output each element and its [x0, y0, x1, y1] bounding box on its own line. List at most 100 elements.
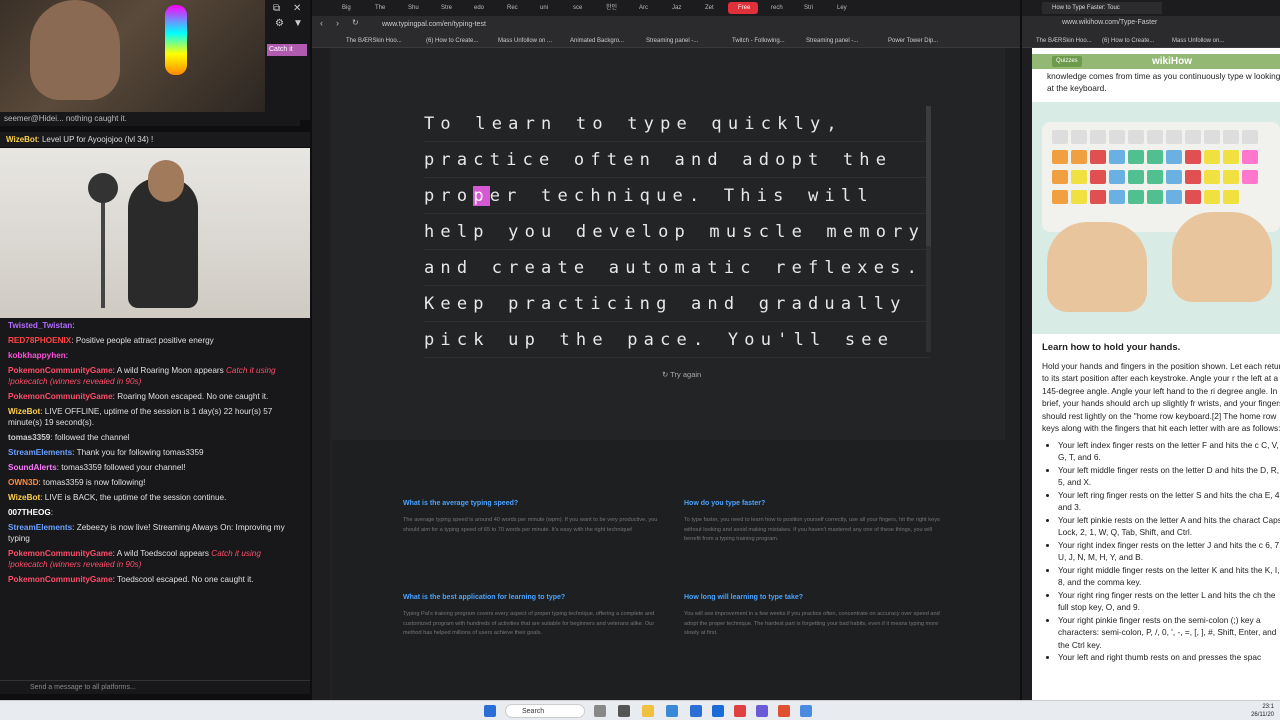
filter-icon[interactable]: ▼	[293, 18, 303, 29]
typing-scrollbar[interactable]	[926, 106, 931, 352]
typing-segment: er technique. This will	[489, 186, 874, 206]
browser-tab[interactable]: Stri	[794, 2, 824, 14]
typingpal-browser: Big The Shu Stre edo Rec uni sce 한인 Arc Jaz Zet Free…	[312, 0, 1020, 700]
app-icon[interactable]	[756, 705, 768, 717]
browser-tab[interactable]: rech	[761, 2, 791, 14]
wikihow-page: Quizzes wikiHow knowledge comes from tim…	[1032, 48, 1280, 700]
chat-username[interactable]: StreamElements	[8, 448, 72, 457]
reload-icon[interactable]: ↻	[352, 18, 359, 27]
bookmark[interactable]: The BÆRSkin Hoo...	[346, 35, 402, 47]
faq-item: What is the average typing speed? The ave…	[403, 500, 665, 535]
section-paragraph: Hold your hands and fingers in the posit…	[1042, 360, 1280, 434]
browser-tab[interactable]: sce	[563, 2, 593, 14]
bookmark[interactable]: Power Tower Dip...	[888, 35, 938, 47]
chat-username[interactable]: PokemonCommunityGame	[8, 575, 113, 584]
browser-tab[interactable]: Big	[332, 2, 362, 14]
faq-question[interactable]: How do you type faster?	[684, 500, 946, 507]
wikihow-logo[interactable]: wikiHow	[1152, 54, 1192, 69]
chat-username[interactable]: OWN3D	[8, 478, 38, 487]
bookmark[interactable]: (6) How to Create...	[426, 35, 478, 47]
browser-tab[interactable]: The	[365, 2, 395, 14]
chat-username[interactable]: PokemonCommunityGame	[8, 366, 113, 375]
tab-wikihow[interactable]: How to Type Faster: Touc	[1042, 2, 1162, 14]
chat-text: tomas3359 followed your channel!	[61, 463, 186, 472]
tab-strip: How to Type Faster: Touc	[1022, 0, 1280, 16]
typing-test-area[interactable]: To learn to type quickly, practice often …	[332, 48, 1005, 440]
typing-segment: pick up the pace. You'll see	[424, 330, 895, 350]
task-view-icon[interactable]	[594, 705, 606, 717]
store-icon[interactable]	[690, 705, 702, 717]
popout-icon[interactable]: ⧉	[273, 3, 280, 14]
chat-message: RED78PHOENIX: Positive people attract po…	[8, 336, 214, 345]
faq-question[interactable]: What is the average typing speed?	[403, 500, 665, 507]
faq-answer: To type faster, you need to learn how to…	[684, 517, 940, 542]
browser-tab[interactable]: Shu	[398, 2, 428, 14]
browser-tab[interactable]: Free	[728, 2, 758, 14]
chat-username[interactable]: WizeBot	[8, 407, 40, 416]
close-icon[interactable]: ✕	[293, 3, 301, 14]
browser-tab[interactable]: Rec	[497, 2, 527, 14]
browser-tab[interactable]: Zet	[695, 2, 725, 14]
finger-item: Your right ring finger rests on the lett…	[1058, 589, 1280, 614]
bookmarks-bar: The BÆRSkin Hoo... (6) How to Create... Ma…	[312, 34, 1020, 48]
browser-tab[interactable]: Arc	[629, 2, 659, 14]
chat-username[interactable]: SoundAlerts	[8, 463, 57, 472]
level-up-message: WizeBot: Level UP for Ayoojojoo (lvl 34)…	[0, 132, 310, 147]
taskbar-search[interactable]: Search	[505, 704, 585, 718]
chat-text: followed the channel	[54, 433, 130, 442]
faq-question[interactable]: What is the best application for learnin…	[403, 594, 665, 601]
chat-username[interactable]: StreamElements	[8, 523, 72, 532]
bookmark[interactable]: Mass Unfollow on...	[1172, 35, 1224, 47]
bookmark[interactable]: Animated Backgro...	[570, 35, 624, 47]
url-field[interactable]: www.typingpal.com/en/typing-test	[382, 18, 882, 31]
chat-username[interactable]: RED78PHOENIX	[8, 336, 71, 345]
browser-tab[interactable]: Jaz	[662, 2, 692, 14]
chat-username[interactable]: kobkhappyhen	[8, 351, 66, 360]
faq-answer: Typing Pal's training program covers eve…	[403, 611, 655, 636]
folder-icon[interactable]	[642, 705, 654, 717]
try-again-button[interactable]: ↻ Try again	[662, 370, 701, 379]
guest-video	[0, 148, 310, 318]
bookmark[interactable]: The BÆRSkin Hoo...	[1036, 35, 1092, 47]
browser-icon[interactable]	[778, 705, 790, 717]
browser-tab[interactable]: uni	[530, 2, 560, 14]
start-icon[interactable]	[484, 705, 496, 717]
chat-username[interactable]: WizeBot	[8, 493, 40, 502]
edge-icon[interactable]	[666, 705, 678, 717]
bookmarks-bar: The BÆRSkin Hoo... (6) How to Create... …	[1022, 34, 1280, 48]
chat-username[interactable]: PokemonCommunityGame	[8, 549, 113, 558]
taskbar: Search 23:1 26/11/20	[0, 700, 1280, 720]
chat-message: kobkhappyhen:	[8, 351, 69, 360]
chat-username[interactable]: WizeBot	[6, 135, 37, 144]
browser-tab[interactable]: Ley	[827, 2, 857, 14]
faq-question[interactable]: How long will learning to type take?	[684, 594, 946, 601]
opera-icon[interactable]	[734, 705, 746, 717]
chat-username[interactable]: Twisted_Twistan	[8, 321, 72, 330]
browser-tab[interactable]: Stre	[431, 2, 461, 14]
browser-tab[interactable]: 한인	[596, 2, 626, 14]
chat-text: Thank you for following tomas3359	[76, 448, 204, 457]
typing-line: help you develop muscle memory	[424, 214, 930, 250]
browser-tab[interactable]: edo	[464, 2, 494, 14]
outlook-icon[interactable]	[712, 705, 724, 717]
chat-username[interactable]: 007THEOG	[8, 508, 51, 517]
chat-text: LIVE OFFLINE, uptime of the session is 1…	[8, 407, 273, 427]
url-field[interactable]: www.wikihow.com/Type-Faster	[1062, 19, 1157, 26]
clock[interactable]: 23:1 26/11/20	[1251, 703, 1274, 719]
bookmark[interactable]: Streaming panel -...	[646, 35, 698, 47]
chat-username[interactable]: tomas3359	[8, 433, 50, 442]
bookmark[interactable]: Twitch - Following...	[732, 35, 785, 47]
typing-line: pick up the pace. You'll see	[424, 322, 930, 358]
chrome-icon[interactable]	[800, 705, 812, 717]
quizzes-button[interactable]: Quizzes	[1052, 56, 1082, 67]
app-icon[interactable]	[618, 705, 630, 717]
settings-icon[interactable]: ⚙	[275, 18, 284, 29]
bookmark[interactable]: Mass Unfollow on ...	[498, 35, 552, 47]
forward-icon[interactable]: ›	[336, 18, 339, 28]
bookmark[interactable]: Streaming panel -...	[806, 35, 858, 47]
back-icon[interactable]: ‹	[320, 18, 323, 28]
chat-text: Positive people attract positive energy	[75, 336, 214, 345]
chat-input[interactable]: Send a message to all platforms...	[0, 680, 310, 694]
chat-username[interactable]: PokemonCommunityGame	[8, 392, 113, 401]
bookmark[interactable]: (6) How to Create...	[1102, 35, 1154, 47]
